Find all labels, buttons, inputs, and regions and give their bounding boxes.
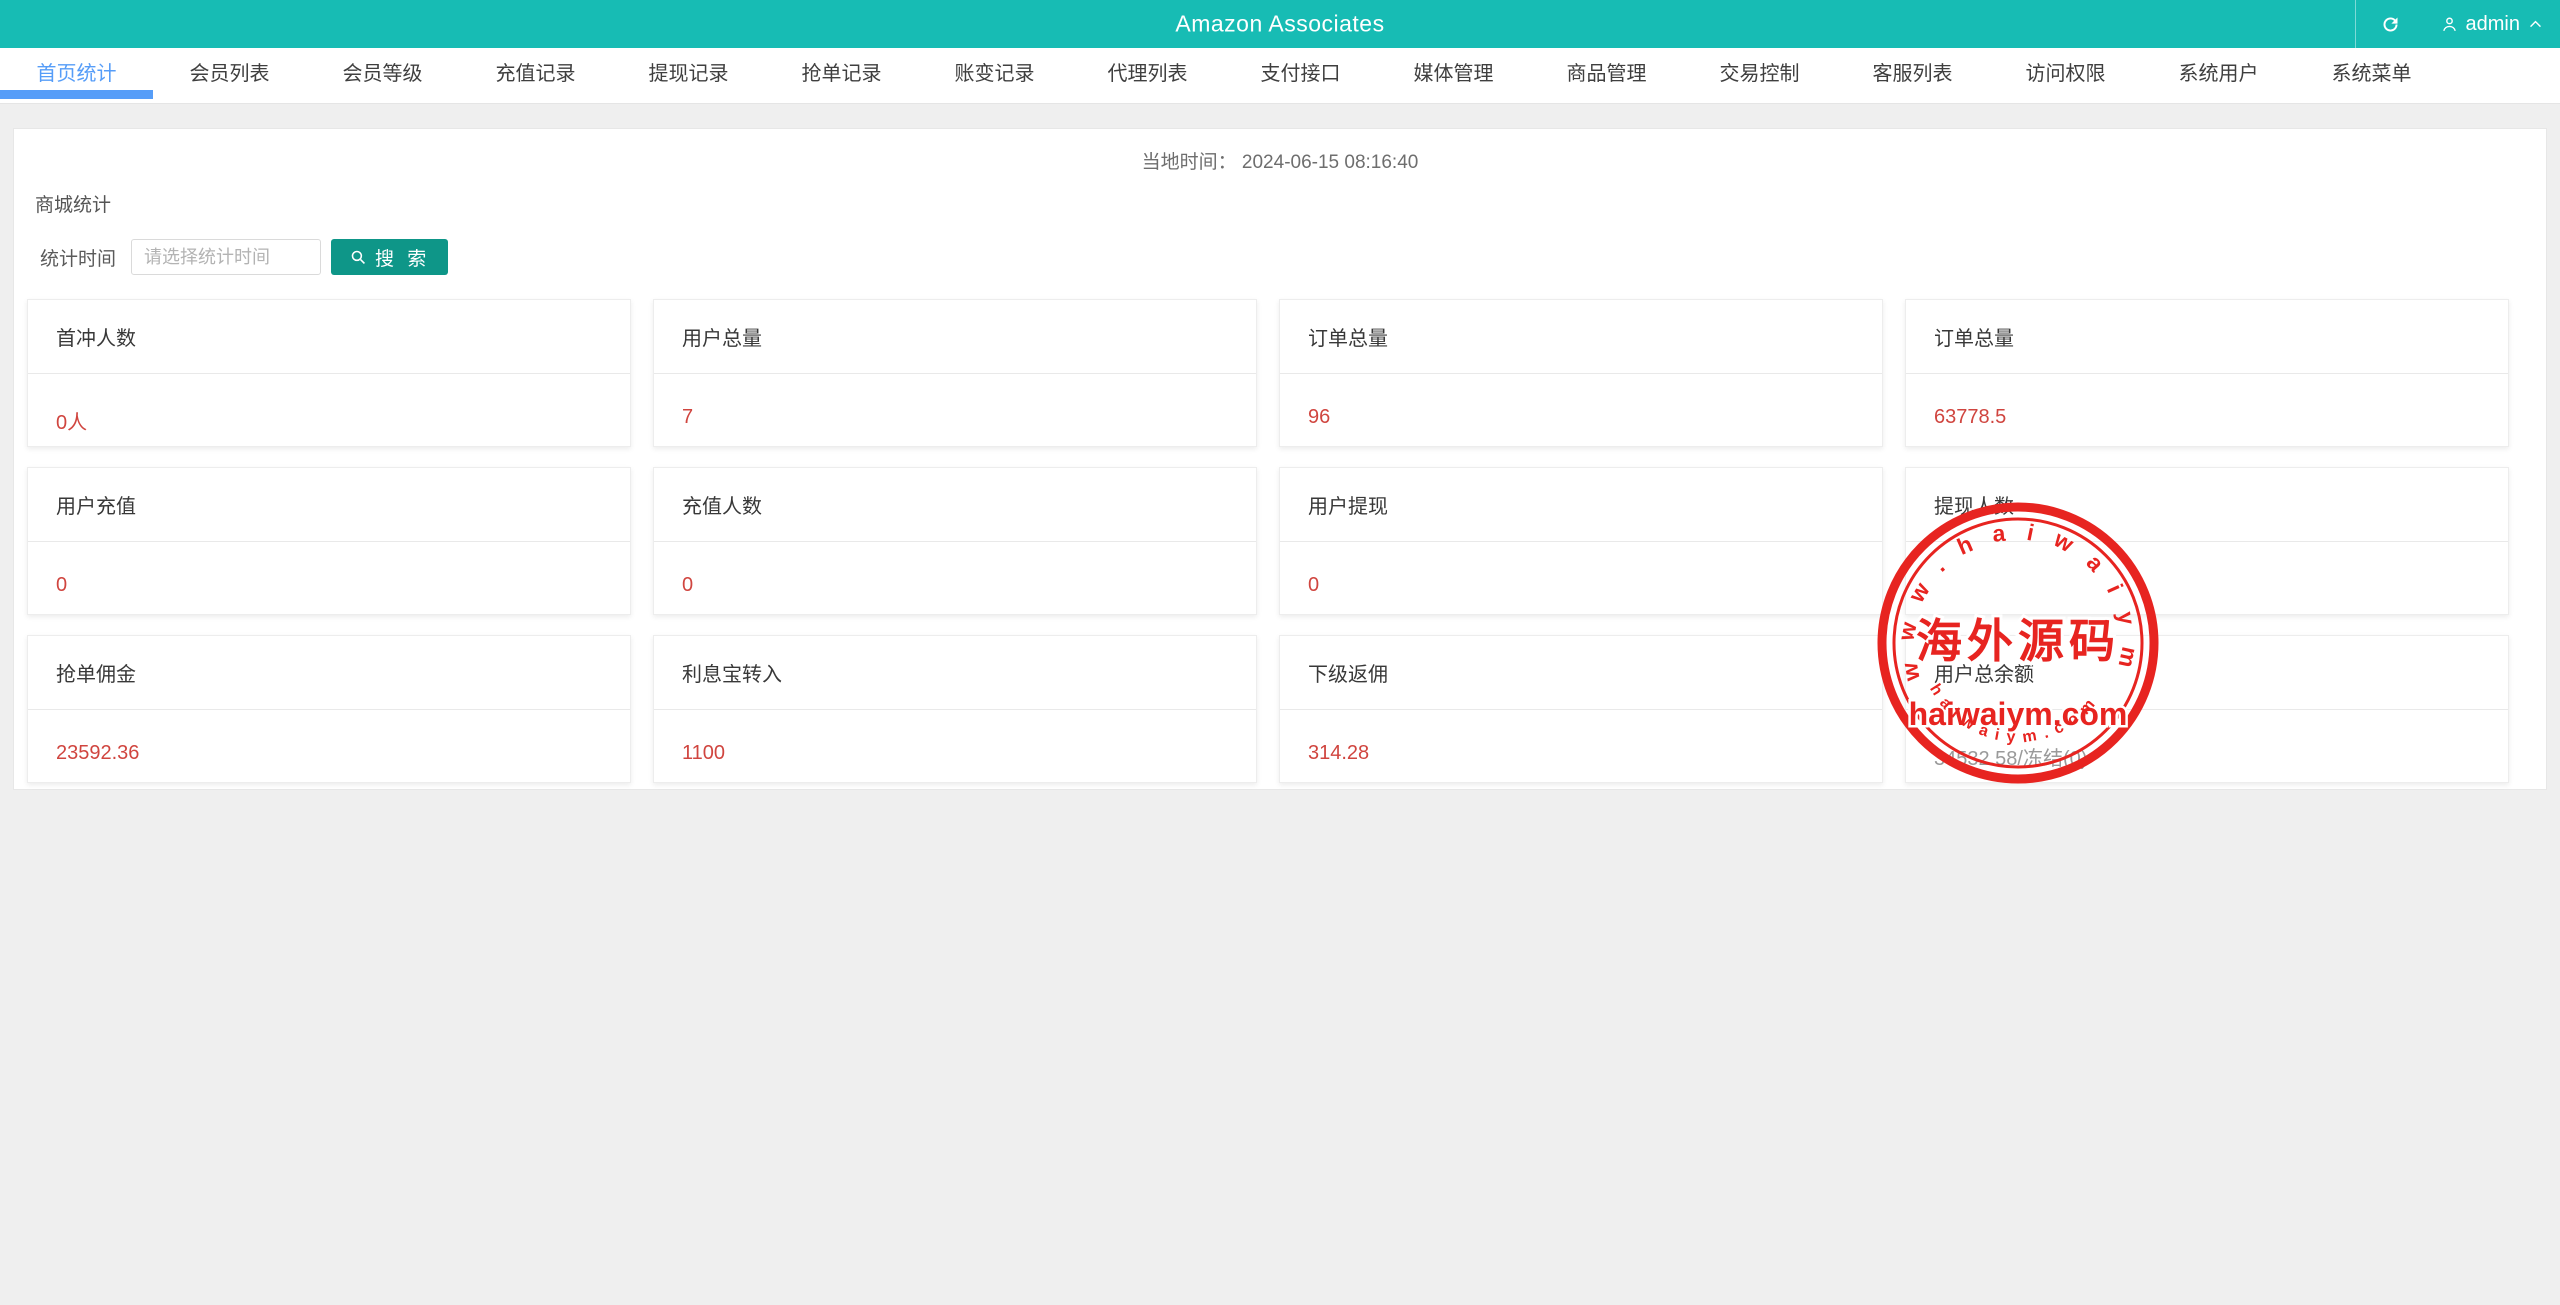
stat-card-value: 0 — [654, 542, 1256, 597]
user-name: admin — [2466, 13, 2520, 36]
tab-1[interactable]: 首页统计 — [0, 48, 153, 103]
local-time-value: 2024-06-15 08:16:40 — [1242, 152, 1418, 173]
stat-card-9: 抢单佣金23592.36 — [27, 635, 631, 783]
stat-card-10: 利息宝转入1100 — [653, 635, 1257, 783]
filter-label: 统计时间 — [14, 244, 131, 271]
stat-card-3: 订单总量96 — [1279, 299, 1883, 447]
section-title: 商城统计 — [35, 190, 2546, 217]
stat-card-value: 63778.5 — [1906, 374, 2508, 429]
refresh-button[interactable] — [2374, 0, 2408, 48]
search-button[interactable]: 搜 索 — [331, 239, 448, 275]
tab-6[interactable]: 抢单记录 — [765, 48, 918, 103]
stat-card-title: 抢单佣金 — [28, 636, 630, 710]
nav-tabs: 首页统计会员列表会员等级充值记录提现记录抢单记录账变记录代理列表支付接口媒体管理… — [0, 48, 2560, 104]
header-right-controls: admin — [2355, 0, 2550, 48]
stat-card-value: 1100 — [654, 710, 1256, 765]
tab-16[interactable]: 系统菜单 — [2295, 48, 2448, 103]
stat-card-title: 订单总量 — [1280, 300, 1882, 374]
filter-row: 统计时间 搜 索 — [14, 239, 2546, 275]
stat-time-input[interactable] — [131, 239, 321, 275]
local-time-label: 当地时间： — [1142, 152, 1237, 173]
search-button-label: 搜 索 — [375, 244, 430, 271]
header-divider — [2355, 0, 2356, 48]
tab-5[interactable]: 提现记录 — [612, 48, 765, 103]
stat-cards-grid: 首冲人数0人用户总量7订单总量96订单总量63778.5用户充值0充值人数0用户… — [27, 299, 2509, 783]
refresh-icon — [2380, 14, 2401, 35]
stat-card-value: 23592.36 — [28, 710, 630, 765]
stat-card-4: 订单总量63778.5 — [1905, 299, 2509, 447]
top-header-bar: Amazon Associates admin — [0, 0, 2560, 48]
tab-13[interactable]: 客服列表 — [1836, 48, 1989, 103]
stat-card-7: 用户提现0 — [1279, 467, 1883, 615]
stat-card-title: 利息宝转入 — [654, 636, 1256, 710]
stat-card-value: 0 — [1280, 542, 1882, 597]
tab-12[interactable]: 交易控制 — [1683, 48, 1836, 103]
stat-card-title: 充值人数 — [654, 468, 1256, 542]
stat-card-2: 用户总量7 — [653, 299, 1257, 447]
user-menu[interactable]: admin — [2434, 0, 2550, 48]
stat-card-title: 下级返佣 — [1280, 636, 1882, 710]
stat-card-1: 首冲人数0人 — [27, 299, 631, 447]
tab-2[interactable]: 会员列表 — [153, 48, 306, 103]
stat-card-title: 订单总量 — [1906, 300, 2508, 374]
tab-10[interactable]: 媒体管理 — [1377, 48, 1530, 103]
stat-card-12: 用户总余额34532.58/冻结(0) — [1905, 635, 2509, 783]
user-icon — [2440, 15, 2459, 34]
main-panel: 当地时间： 2024-06-15 08:16:40 商城统计 统计时间 搜 索 … — [13, 128, 2547, 790]
app-title: Amazon Associates — [1175, 11, 1384, 38]
stat-card-title: 用户总量 — [654, 300, 1256, 374]
local-time: 当地时间： 2024-06-15 08:16:40 — [14, 129, 2546, 174]
stat-card-value: 0 — [28, 542, 630, 597]
stat-card-value: 7 — [654, 374, 1256, 429]
stat-card-value: 96 — [1280, 374, 1882, 429]
stat-card-5: 用户充值0 — [27, 467, 631, 615]
stat-card-6: 充值人数0 — [653, 467, 1257, 615]
tab-4[interactable]: 充值记录 — [459, 48, 612, 103]
tab-8[interactable]: 代理列表 — [1071, 48, 1224, 103]
tab-11[interactable]: 商品管理 — [1530, 48, 1683, 103]
stat-card-title: 用户提现 — [1280, 468, 1882, 542]
stat-card-8: 提现人数 — [1905, 467, 2509, 615]
tab-7[interactable]: 账变记录 — [918, 48, 1071, 103]
stat-card-value: 34532.58/冻结(0) — [1906, 710, 2508, 771]
tab-15[interactable]: 系统用户 — [2142, 48, 2295, 103]
stat-card-title: 用户总余额 — [1906, 636, 2508, 710]
stat-card-value — [1906, 542, 2508, 574]
stat-card-11: 下级返佣314.28 — [1279, 635, 1883, 783]
stat-card-value: 0人 — [28, 374, 630, 435]
tab-9[interactable]: 支付接口 — [1224, 48, 1377, 103]
stat-card-title: 首冲人数 — [28, 300, 630, 374]
stat-card-value: 314.28 — [1280, 710, 1882, 765]
stat-card-title: 用户充值 — [28, 468, 630, 542]
stat-card-title: 提现人数 — [1906, 468, 2508, 542]
chevron-up-icon — [2527, 16, 2544, 33]
tab-14[interactable]: 访问权限 — [1989, 48, 2142, 103]
search-icon — [349, 248, 368, 267]
tab-3[interactable]: 会员等级 — [306, 48, 459, 103]
